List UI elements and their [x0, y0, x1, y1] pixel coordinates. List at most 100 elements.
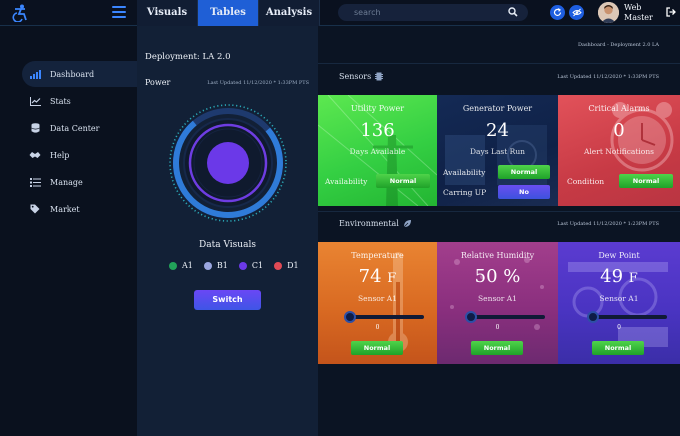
sidebar-item-data-center[interactable]: Data Center [22, 115, 137, 141]
sidebar-item-market[interactable]: Market [22, 196, 137, 222]
utility-power-title: Utility Power [350, 104, 405, 113]
visibility-toggle-button[interactable] [569, 5, 584, 20]
generator-carrying-badge[interactable]: No [498, 185, 550, 199]
line-chart-icon [29, 96, 41, 106]
power-panel: Deployment: LA 2.0 Power Last Updated 11… [137, 26, 318, 436]
sidebar-item-dashboard[interactable]: Dashboard [22, 61, 137, 87]
temperature-status-badge[interactable]: Normal [351, 341, 403, 355]
search-input[interactable] [354, 4, 504, 21]
sensors-section-title: Sensors [339, 72, 384, 81]
refresh-button[interactable] [550, 5, 565, 20]
generator-carrying-label: Carring UP [443, 188, 487, 197]
legend-dot [169, 261, 177, 270]
critical-alarms-title: Critical Alarms [588, 104, 650, 113]
tab-analysis[interactable]: Analysis [259, 0, 320, 26]
dew-point-status-badge[interactable]: Normal [592, 341, 644, 355]
humidity-slider[interactable] [465, 311, 545, 323]
chart-legend: A1 B1 C1 D1 [169, 261, 299, 270]
list-icon [29, 177, 41, 187]
legend-label: C1 [251, 261, 264, 270]
generator-power-title: Generator Power [462, 104, 533, 113]
legend-item-a1[interactable]: A1 [169, 261, 193, 270]
environmental-last-updated: Last Updated 11/12/2020 * 1:23PM PTS [557, 221, 659, 227]
avatar[interactable] [598, 2, 619, 23]
legend-label: A1 [182, 261, 193, 270]
dew-point-sensor-label: Sensor A1 [599, 294, 639, 303]
utility-power-card: Utility Power 136 Days Available Availab… [318, 95, 437, 206]
database-icon [29, 123, 41, 133]
dew-point-card: Dew Point 49 F Sensor A1 0 Normal [558, 242, 680, 364]
sidebar-item-manage[interactable]: Manage [22, 169, 137, 195]
generator-power-subtitle: Days Last Run [470, 147, 525, 156]
power-title: Power [145, 78, 171, 87]
tab-tables[interactable]: Tables [198, 0, 259, 26]
legend-dot [203, 261, 212, 270]
sidebar-item-stats[interactable]: Stats [22, 88, 137, 114]
temperature-slider[interactable] [344, 311, 424, 323]
sidebar-item-label: Dashboard [50, 69, 95, 79]
view-tabs: Visuals Tables Analysis [137, 0, 320, 26]
legend-dot [238, 261, 247, 270]
utility-status-badge[interactable]: Normal [376, 174, 430, 188]
bar-chart-icon [29, 69, 41, 79]
sidebar-item-label: Help [50, 150, 70, 160]
search-box [338, 4, 528, 21]
temperature-card: Temperature 74 F Sensor A1 0 Normal [318, 242, 437, 364]
switch-button[interactable]: Switch [194, 290, 261, 310]
slider-handle[interactable] [465, 311, 477, 323]
utility-availability-label: Availability [325, 177, 368, 186]
user-avatar-icon [598, 2, 619, 23]
dew-point-title: Dew Point [598, 251, 640, 260]
power-last-updated: Last Updated 11/12/2020 * 1:33PM PTS [207, 80, 309, 86]
humidity-title: Relative Humidity [460, 251, 535, 260]
tab-visuals[interactable]: Visuals [137, 0, 198, 26]
humidity-sensor-label: Sensor A1 [478, 294, 517, 303]
sidebar-item-help[interactable]: Help [22, 142, 137, 168]
humidity-card: Relative Humidity 50 % Sensor A1 0 Norma… [437, 242, 558, 364]
menu-toggle-icon[interactable] [112, 6, 126, 18]
generator-availability-badge[interactable]: Normal [498, 165, 550, 179]
critical-alarms-value: 0 [613, 120, 625, 141]
temperature-title: Temperature [351, 251, 404, 260]
sidebar-item-label: Stats [50, 96, 71, 106]
legend-label: D1 [287, 261, 299, 270]
slider-handle[interactable] [587, 311, 599, 323]
humidity-slider-value: 0 [495, 324, 500, 331]
deployment-label: Deployment: LA 2.0 [145, 52, 231, 62]
alarms-condition-label: Condition [567, 177, 605, 186]
divider [318, 63, 680, 64]
dew-point-slider-value: 0 [617, 324, 621, 331]
legend-item-c1[interactable]: C1 [238, 261, 264, 270]
refresh-icon [553, 8, 562, 16]
dew-point-slider[interactable] [587, 311, 667, 323]
accessibility-logo-icon[interactable] [10, 4, 30, 22]
user-name[interactable]: Web Master [624, 3, 660, 23]
critical-alarms-card: Critical Alarms 0 Alert Notifications Co… [558, 95, 680, 206]
main-content: Dashboard - Deployment 2.0 LA Sensors La… [318, 26, 680, 436]
divider [318, 211, 680, 212]
alarms-status-badge[interactable]: Normal [619, 174, 673, 188]
legend-dot [274, 261, 283, 270]
dew-point-value: 49 [600, 266, 624, 287]
temperature-sensor-label: Sensor A1 [358, 294, 397, 303]
eye-slash-icon [571, 8, 582, 17]
power-gauge [169, 104, 287, 222]
generator-power-value: 24 [486, 120, 509, 141]
sidebar-item-label: Manage [50, 177, 83, 187]
generator-availability-label: Availability [443, 168, 486, 177]
sidebar-item-label: Market [50, 204, 80, 214]
legend-item-b1[interactable]: B1 [203, 261, 228, 270]
legend-label: B1 [216, 261, 228, 270]
help-icon [29, 150, 41, 160]
sidebar: Dashboard Stats Data Center Help Manage … [0, 26, 137, 436]
search-icon[interactable] [508, 7, 518, 17]
sensor-chip-icon [375, 72, 384, 81]
data-visuals-title: Data Visuals [199, 240, 256, 250]
slider-handle[interactable] [344, 311, 356, 323]
breadcrumb: Dashboard - Deployment 2.0 LA [577, 42, 659, 48]
legend-item-d1[interactable]: D1 [274, 261, 299, 270]
critical-alarms-subtitle: Alert Notifications [583, 147, 654, 156]
humidity-unit: % [503, 266, 521, 287]
logout-icon[interactable] [666, 7, 676, 17]
humidity-status-badge[interactable]: Normal [471, 341, 523, 355]
